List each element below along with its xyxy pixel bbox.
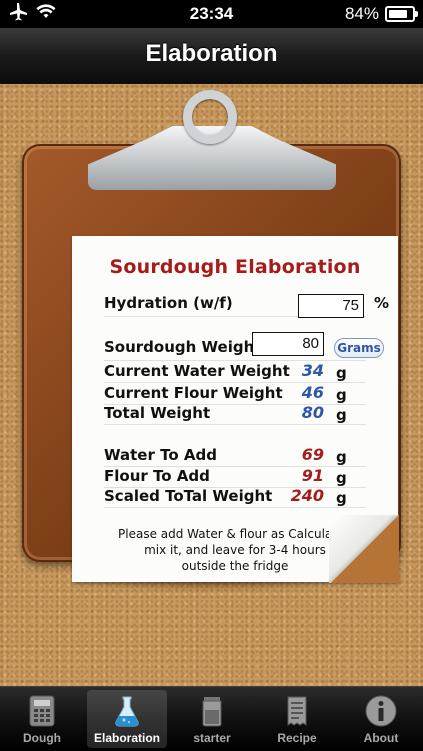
current-water-label: Current Water Weight <box>104 362 290 380</box>
flour-to-add-label: Flour To Add <box>104 467 210 485</box>
scaled-total-unit: g <box>336 489 347 507</box>
tab-label: starter <box>193 731 231 745</box>
flour-to-add-unit: g <box>336 469 347 487</box>
calculator-icon <box>29 695 55 727</box>
status-right: 84% <box>344 4 418 24</box>
tab-label: About <box>363 731 399 745</box>
tab-about[interactable]: About <box>341 690 421 748</box>
divider-line <box>104 507 366 508</box>
divider-line <box>104 360 366 361</box>
paper-sheet: Sourdough Elaboration Hydration (w/f) 75… <box>72 236 399 583</box>
percent-unit: % <box>374 294 390 312</box>
navigation-bar: Elaboration <box>0 28 423 85</box>
battery-icon <box>385 6 418 22</box>
current-flour-label: Current Flour Weight <box>104 384 283 402</box>
total-weight-unit: g <box>336 406 347 424</box>
battery-percent: 84% <box>344 4 379 23</box>
receipt-icon <box>287 696 307 726</box>
clip-ring <box>183 90 237 144</box>
water-to-add-unit: g <box>336 448 347 466</box>
current-flour-unit: g <box>336 386 347 404</box>
tab-dough[interactable]: Dough <box>2 690 82 748</box>
tab-bar: Dough Elaboration starter Recipe About <box>0 686 423 751</box>
tab-label: Recipe <box>277 731 317 745</box>
tab-label: Dough <box>23 731 61 745</box>
divider-line <box>104 424 366 425</box>
total-weight-label: Total Weight <box>104 404 211 422</box>
clipboard: Sourdough Elaboration Hydration (w/f) 75… <box>22 144 401 583</box>
grams-unit-button[interactable]: Grams <box>334 338 384 358</box>
hydration-input[interactable]: 75 <box>298 294 364 318</box>
status-bar: 23:34 84% <box>0 0 423 28</box>
flask-icon <box>115 696 139 727</box>
tab-recipe[interactable]: Recipe <box>257 690 337 748</box>
clipboard-clip <box>88 90 336 190</box>
hydration-label: Hydration (w/f) <box>104 294 233 312</box>
page-title: Elaboration <box>145 40 278 67</box>
tab-elaboration[interactable]: Elaboration <box>87 690 167 748</box>
water-to-add-label: Water To Add <box>104 446 217 464</box>
page-curl <box>329 515 399 583</box>
divider-line <box>104 382 366 383</box>
tab-starter[interactable]: starter <box>172 690 252 748</box>
scaled-total-value: 240 <box>290 486 324 505</box>
water-to-add-value: 69 <box>301 445 324 464</box>
current-flour-value: 46 <box>301 383 324 402</box>
jar-icon <box>202 697 222 727</box>
sourdough-weight-input[interactable]: 80 <box>252 332 324 356</box>
current-water-value: 34 <box>301 361 324 380</box>
tab-label: Elaboration <box>93 731 160 745</box>
cork-background: Sourdough Elaboration Hydration (w/f) 75… <box>0 84 423 686</box>
paper-title: Sourdough Elaboration <box>109 256 361 278</box>
info-icon <box>365 695 397 727</box>
sourdough-weight-label: Sourdough Weight <box>104 338 262 356</box>
current-water-unit: g <box>336 364 347 382</box>
battery-fill <box>389 10 408 18</box>
flour-to-add-value: 91 <box>301 466 324 485</box>
total-weight-value: 80 <box>301 403 324 422</box>
scaled-total-label: Scaled ToTal Weight <box>104 487 273 505</box>
